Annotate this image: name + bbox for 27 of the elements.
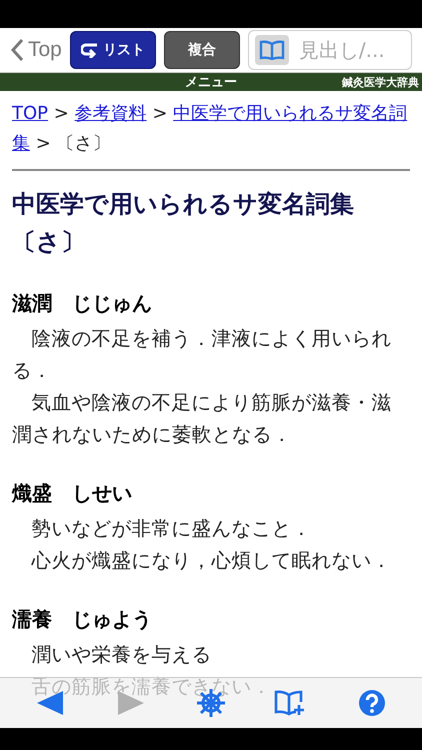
search-field[interactable]: 見出し/...: [296, 37, 401, 63]
book-icon[interactable]: [254, 35, 289, 65]
breadcrumb-separator: >: [36, 133, 51, 154]
chevron-icon: [10, 38, 24, 62]
breadcrumb-link[interactable]: 集: [12, 133, 30, 154]
entry-heading: 濡養 じゅよう: [12, 606, 153, 633]
breadcrumb-current: 〔さ〕: [56, 133, 111, 154]
back-button[interactable]: Top: [10, 38, 62, 62]
breadcrumb-link[interactable]: TOP: [12, 103, 48, 124]
entry-definition: 心火が熾盛になり，心煩して眠れない．: [30, 548, 392, 574]
list-button[interactable]: リスト: [70, 31, 156, 69]
menu-title[interactable]: メニュー: [185, 73, 237, 91]
entry-definition: 気血や陰液の不足により筋脈が滋養・滋潤されないために萎軟となる．: [12, 390, 392, 448]
breadcrumb-link[interactable]: 中医学で用いられるサ変名詞: [173, 103, 408, 124]
return-arrow-icon: [80, 42, 99, 58]
entry-heading: 熾盛 しせい: [12, 480, 133, 507]
breadcrumb-link[interactable]: 参考資料: [74, 103, 147, 124]
combined-search-button[interactable]: 複合: [164, 31, 240, 69]
app-name: 鍼灸医学大辞典: [342, 74, 420, 90]
entry-definition: 陰液の不足を補う．津液によく用いられる．: [12, 326, 392, 384]
breadcrumb-separator: >: [152, 103, 168, 124]
entry-heading: 滋潤 じじゅん: [12, 290, 153, 317]
entry-definition: 勢いなどが非常に盛んなこと．: [30, 516, 312, 542]
breadcrumb-separator: >: [54, 103, 69, 124]
entry-definition: 潤いや栄養を与える: [30, 642, 212, 668]
page-title: 中医学で用いられるサ変名詞集〔さ〕: [12, 189, 355, 258]
search-bar[interactable]: 見出し/...: [248, 30, 412, 70]
